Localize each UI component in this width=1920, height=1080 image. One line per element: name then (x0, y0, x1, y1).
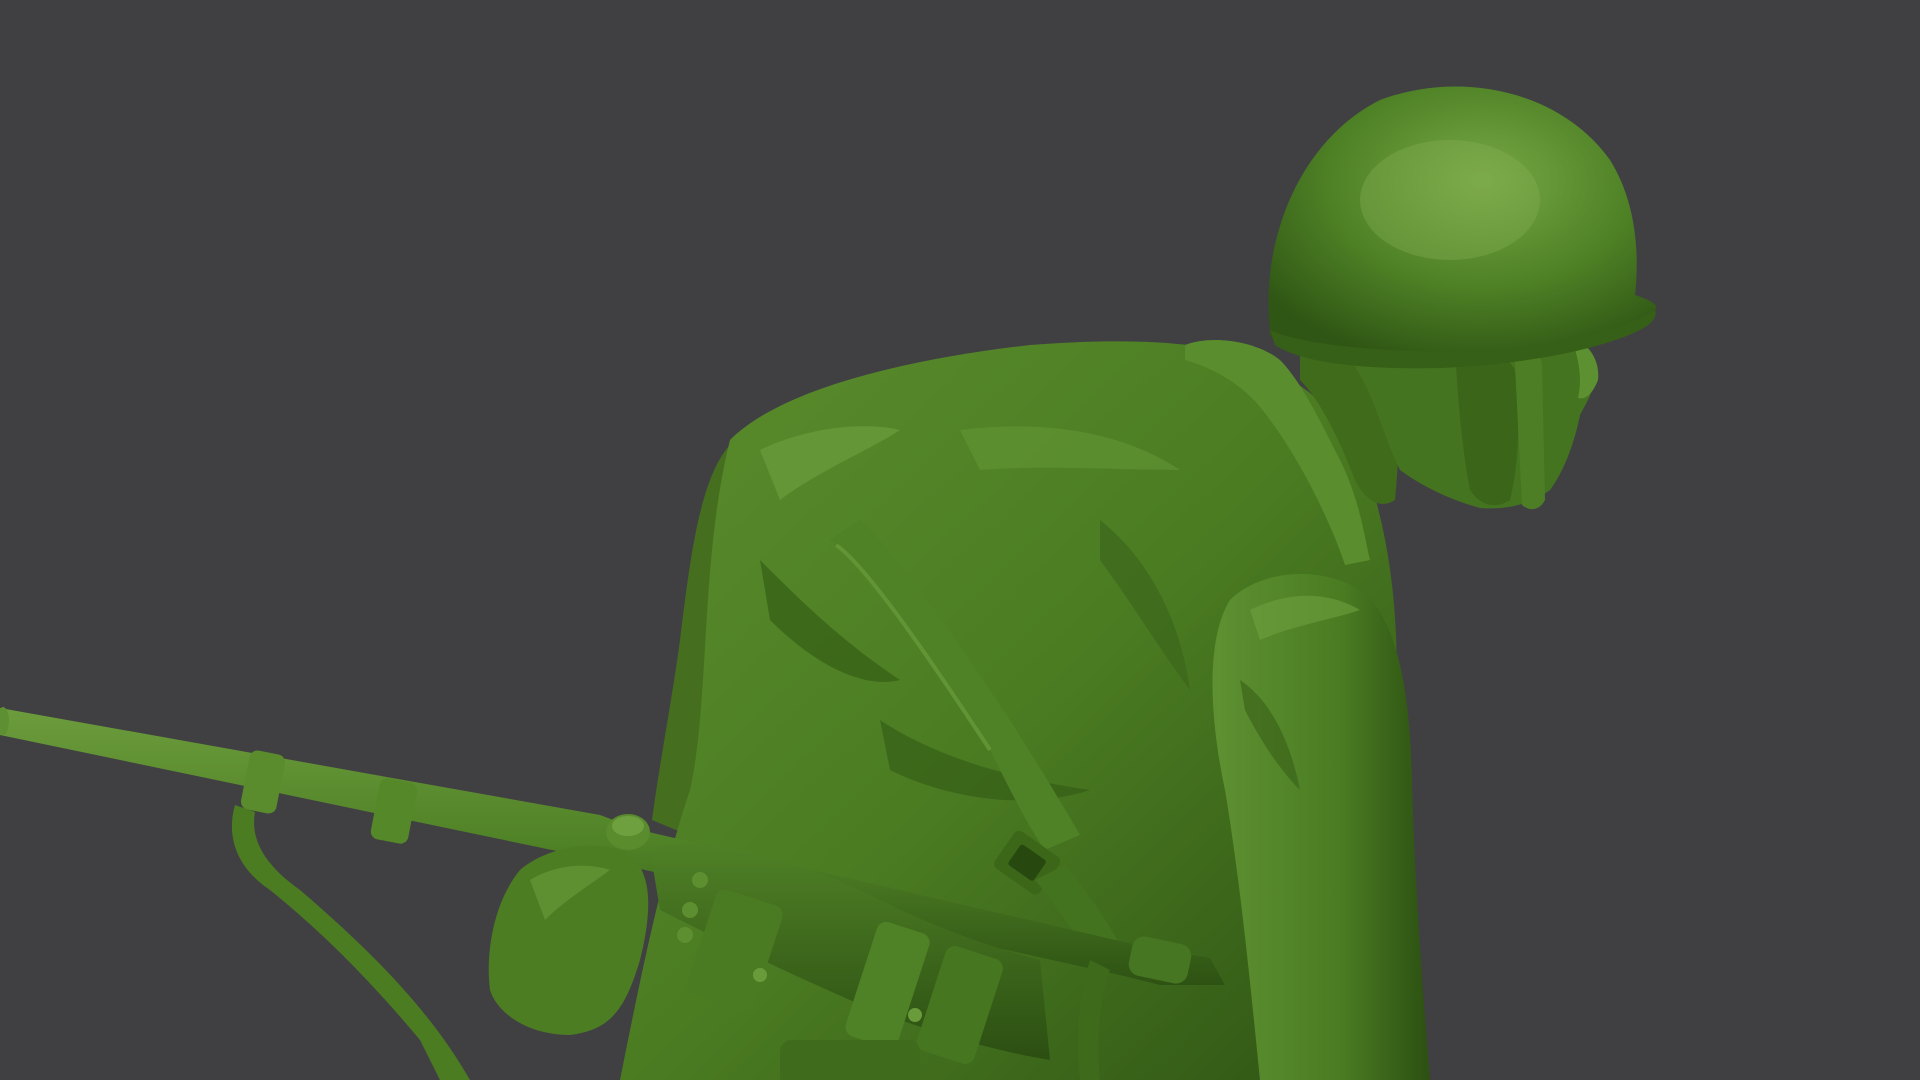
3d-viewport[interactable] (0, 0, 1920, 1080)
helmet (1268, 86, 1657, 369)
figure-render (0, 86, 1657, 1080)
